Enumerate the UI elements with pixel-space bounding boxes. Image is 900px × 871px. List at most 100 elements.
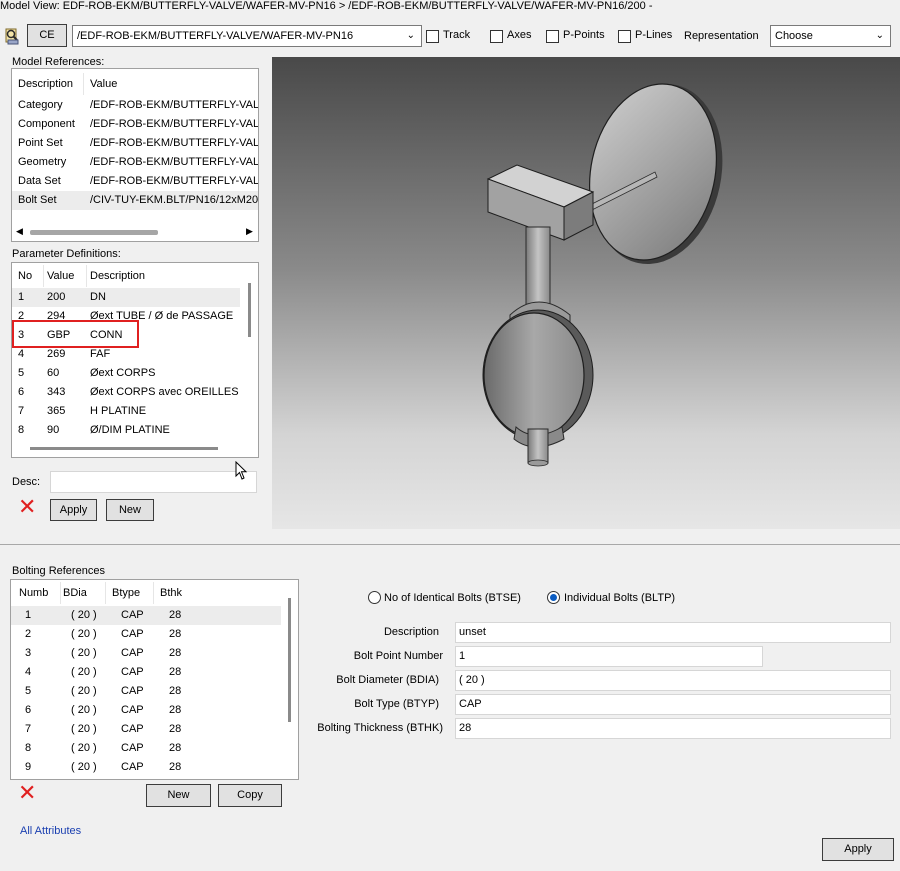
all-attributes-link[interactable]: All Attributes	[20, 825, 81, 837]
param-description: Øext CORPS avec OREILLES	[90, 386, 239, 398]
identical-bolts-radio[interactable]	[368, 591, 381, 604]
param-apply-button[interactable]: Apply	[50, 499, 97, 521]
table-row[interactable]: 3 ( 20 ) CAP 28	[11, 644, 281, 663]
bolt-diameter: ( 20 )	[71, 742, 97, 754]
bolt-number: 6	[25, 704, 32, 716]
table-row[interactable]: 8 90 Ø/DIM PLATINE	[12, 421, 240, 440]
chevron-down-icon: ⌄	[406, 30, 415, 41]
representation-label: Representation	[684, 30, 759, 42]
plines-checkbox[interactable]	[618, 30, 631, 43]
param-description: H PLATINE	[90, 405, 147, 417]
apply-button[interactable]: Apply	[822, 838, 894, 861]
bolt-type: CAP	[121, 761, 144, 773]
bolt-thickness: 28	[169, 723, 182, 735]
path-dropdown[interactable]: /EDF-ROB-EKM/BUTTERFLY-VALVE/WAFER-MV-PN…	[72, 25, 422, 47]
model-ref-value: /EDF-ROB-EKM/BUTTERFLY-VALVE/WAFER-MV-PN…	[90, 118, 258, 130]
bolt-diameter-label: Bolt Diameter (BDIA)	[336, 674, 439, 686]
bolt-type-input-value: CAP	[459, 698, 482, 710]
vertical-scrollbar-thumb[interactable]	[288, 598, 291, 722]
bolt-diameter-input-value: ( 20 )	[459, 674, 485, 686]
selection-highlight-box	[12, 320, 139, 348]
model-ref-description: Category	[18, 99, 63, 111]
table-row[interactable]: 4 ( 20 ) CAP 28	[11, 663, 281, 682]
table-row[interactable]: Bolt Set/CIV-TUY-EKM.BLT/PN16/12xM20	[12, 191, 258, 210]
model-ref-description: Geometry	[18, 156, 67, 168]
path-dropdown-value: /EDF-ROB-EKM/BUTTERFLY-VALVE/WAFER-MV-PN…	[77, 30, 354, 42]
window-title: Model View: EDF-ROB-EKM/BUTTERFLY-VALVE/…	[0, 0, 653, 12]
parameter-definitions-table: No Value Description 1 200 DN 2 294 Øext TUBE…	[11, 262, 259, 458]
header-description: Description	[18, 73, 84, 95]
table-row[interactable]: 8 ( 20 ) CAP 28	[11, 739, 281, 758]
ppoints-checkbox[interactable]	[546, 30, 559, 43]
model-references-table: Description Value Category/EDF-ROB-EKM/B…	[11, 68, 259, 242]
table-row[interactable]: Component/EDF-ROB-EKM/BUTTERFLY-VALVE/WA…	[12, 115, 258, 134]
description-input[interactable]: unset	[455, 622, 891, 643]
bolt-thickness: 28	[169, 628, 182, 640]
desc-input[interactable]	[50, 471, 257, 493]
table-row[interactable]: Category/EDF-ROB-EKM/BUTTERFLY-VALVE/WAF…	[12, 96, 258, 115]
search-icon[interactable]	[4, 26, 22, 46]
bolt-type: CAP	[121, 704, 144, 716]
representation-dropdown[interactable]: Choose ⌄	[770, 25, 891, 47]
table-row[interactable]: Data Set/EDF-ROB-EKM/BUTTERFLY-VALVE/WAF…	[12, 172, 258, 191]
plines-label: P-Lines	[635, 29, 673, 41]
identical-bolts-label: No of Identical Bolts (BTSE)	[384, 592, 521, 604]
delete-bolt-icon[interactable]: ✕	[18, 783, 36, 805]
bolt-number: 1	[25, 609, 32, 621]
header-btype: Btype	[112, 582, 154, 604]
param-number: 5	[18, 367, 25, 379]
bolt-type-label: Bolt Type (BTYP)	[354, 698, 439, 710]
table-row[interactable]: 2 ( 20 ) CAP 28	[11, 625, 281, 644]
delete-icon[interactable]: ✕	[18, 497, 36, 519]
bolt-diameter: ( 20 )	[71, 723, 97, 735]
param-value: 343	[47, 386, 66, 398]
bolt-thickness: 28	[169, 609, 182, 621]
table-row[interactable]: Point Set/EDF-ROB-EKM/BUTTERFLY-VALVE/WA…	[12, 134, 258, 153]
bolt-copy-button[interactable]: Copy	[218, 784, 282, 807]
bolt-diameter: ( 20 )	[71, 685, 97, 697]
individual-bolts-radio[interactable]	[547, 591, 560, 604]
bolt-thickness: 28	[169, 742, 182, 754]
scroll-right-icon[interactable]: ▶	[246, 226, 253, 237]
header-no: No	[18, 265, 44, 287]
table-row[interactable]: 7 ( 20 ) CAP 28	[11, 720, 281, 739]
param-new-button[interactable]: New	[106, 499, 154, 521]
table-row[interactable]: 5 60 Øext CORPS	[12, 364, 240, 383]
header-bthk: Bthk	[160, 587, 183, 599]
table-row[interactable]: 1 200 DN	[12, 288, 240, 307]
bolt-new-button[interactable]: New	[146, 784, 211, 807]
bolting-thickness-input[interactable]: 28	[455, 718, 891, 739]
param-value: 365	[47, 405, 66, 417]
individual-bolts-label: Individual Bolts (BLTP)	[564, 592, 676, 604]
track-checkbox[interactable]	[426, 30, 439, 43]
bolt-type-input[interactable]: CAP	[455, 694, 891, 715]
bolt-diameter-input[interactable]: ( 20 )	[455, 670, 891, 691]
table-row[interactable]: 6 343 Øext CORPS avec OREILLES	[12, 383, 240, 402]
bolt-point-input[interactable]: 1	[455, 646, 763, 667]
table-row[interactable]: Geometry/EDF-ROB-EKM/BUTTERFLY-VALVE/WAF…	[12, 153, 258, 172]
horizontal-scrollbar-thumb[interactable]	[30, 447, 218, 450]
ce-button[interactable]: CE	[27, 24, 67, 47]
ppoints-label: P-Points	[563, 29, 605, 41]
bolt-type: CAP	[121, 609, 144, 621]
bolt-type: CAP	[121, 666, 144, 678]
axes-checkbox[interactable]	[490, 30, 503, 43]
model-ref-description: Data Set	[18, 175, 61, 187]
table-row[interactable]: 9 ( 20 ) CAP 28	[11, 758, 281, 777]
table-row[interactable]: 7 365 H PLATINE	[12, 402, 240, 421]
table-row[interactable]: 1 ( 20 ) CAP 28	[11, 606, 281, 625]
table-row[interactable]: 6 ( 20 ) CAP 28	[11, 701, 281, 720]
horizontal-scrollbar[interactable]: ◀ ▶	[14, 225, 258, 239]
bolt-type: CAP	[121, 685, 144, 697]
scrollbar-thumb[interactable]	[30, 230, 158, 235]
bolt-diameter: ( 20 )	[71, 761, 97, 773]
param-number: 8	[18, 424, 25, 436]
header-description: Description	[90, 270, 146, 282]
vertical-scrollbar-thumb[interactable]	[248, 283, 251, 337]
scroll-left-icon[interactable]: ◀	[16, 226, 23, 237]
bolt-number: 3	[25, 647, 32, 659]
parameter-definitions-title: Parameter Definitions:	[12, 248, 121, 260]
model-viewport[interactable]	[272, 57, 900, 529]
table-row[interactable]: 5 ( 20 ) CAP 28	[11, 682, 281, 701]
header-value: Value	[47, 265, 87, 287]
